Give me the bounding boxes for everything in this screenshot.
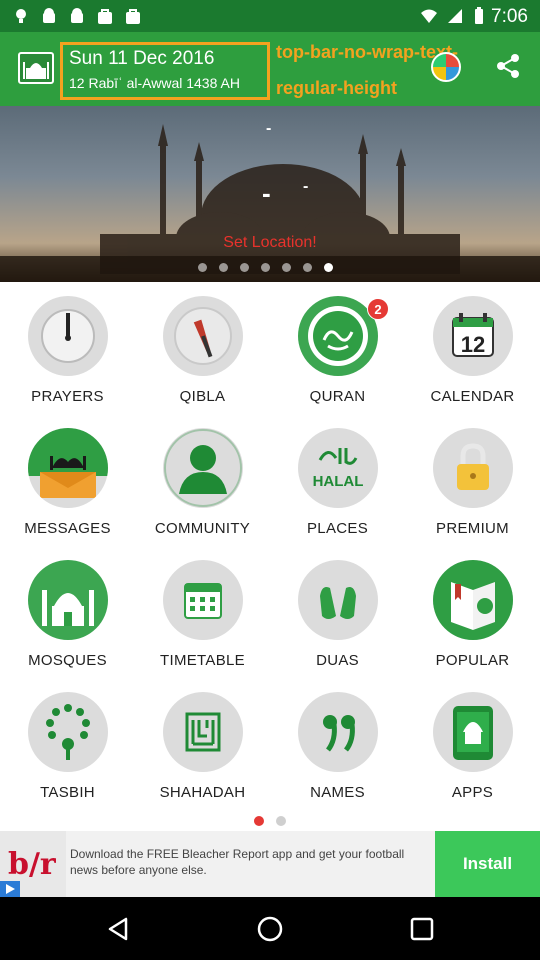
ad-text: Download the FREE Bleacher Report app an… — [70, 847, 405, 877]
grid-pager-dot[interactable] — [254, 816, 264, 826]
praying-hands-icon — [298, 560, 378, 640]
android-icon — [71, 8, 83, 23]
navigation-bar — [0, 897, 540, 960]
grid-item-label: TIMETABLE — [160, 652, 245, 669]
wifi-icon — [421, 9, 437, 23]
banner-pager-dot[interactable] — [303, 263, 312, 272]
grid-item-community[interactable]: COMMUNITY — [135, 428, 270, 558]
grid-item-label: NAMES — [310, 784, 365, 801]
banner-dash: - — [266, 120, 272, 137]
banner-pager-dot[interactable] — [240, 263, 249, 272]
calendar-icon: 12 — [433, 296, 513, 376]
banner-dash: - — [262, 178, 271, 208]
grid-item-label: QURAN — [309, 388, 366, 405]
people-icon — [163, 428, 243, 508]
apps-icon — [433, 692, 513, 772]
share-icon[interactable] — [494, 52, 522, 80]
ad-logo-text: b/r — [8, 847, 56, 882]
battery-icon — [475, 7, 483, 24]
rate-icon[interactable] — [431, 52, 461, 82]
back-icon[interactable] — [104, 915, 132, 943]
grid-item-label: SHAHADAH — [159, 784, 246, 801]
ad-logo[interactable]: b/r — [0, 831, 66, 897]
grid-item-timetable[interactable]: TIMETABLE — [135, 560, 270, 690]
grid-item-label: MOSQUES — [28, 652, 107, 669]
ad-play-icon — [0, 881, 20, 897]
grid-item-label: CALENDAR — [430, 388, 515, 405]
grid-item-popular[interactable]: POPULAR — [405, 560, 540, 690]
status-bar: 7:06 — [0, 0, 540, 32]
grid-item-shahadah[interactable]: SHAHADAH — [135, 692, 270, 822]
grid-item-prayers[interactable]: PRAYERS — [0, 296, 135, 426]
set-location-link[interactable]: Set Location! — [0, 234, 540, 252]
grid-item-places[interactable]: HALAL PLACES — [270, 428, 405, 558]
book-icon — [433, 560, 513, 640]
date-box[interactable]: Sun 11 Dec 2016 12 Rabīʿ al-Awwal 1438 A… — [60, 42, 270, 100]
grid-item-label: COMMUNITY — [154, 520, 251, 537]
home-icon[interactable] — [256, 915, 284, 943]
banner-dash: - — [303, 178, 309, 195]
grid-item-apps[interactable]: APPS — [405, 692, 540, 822]
grid-item-label: MESSAGES — [24, 520, 111, 537]
mosque-banner[interactable]: - - - Set Location! — [0, 106, 540, 282]
date-hijri: 12 Rabīʿ al-Awwal 1438 AH — [69, 75, 240, 91]
banner-pager-dot[interactable] — [324, 263, 333, 272]
beads-icon — [28, 692, 108, 772]
grid-item-duas[interactable]: DUAS — [270, 560, 405, 690]
grid-item-label: POPULAR — [435, 652, 510, 669]
signal-icon — [448, 9, 462, 23]
calligraphy-icon — [163, 692, 243, 772]
grid-item-qibla[interactable]: QIBLA — [135, 296, 270, 426]
grid-item-messages[interactable]: MESSAGES — [0, 428, 135, 558]
grid-item-label: TASBIH — [40, 784, 95, 801]
lock-icon — [433, 428, 513, 508]
grid-item-label: DUAS — [316, 652, 359, 669]
banner-pager-dot[interactable] — [198, 263, 207, 272]
grid-item-label: PREMIUM — [436, 520, 509, 537]
calendar-day: 12 — [461, 332, 485, 357]
clock-icon — [28, 296, 108, 376]
banner-pager-dot[interactable] — [282, 263, 291, 272]
app-logo-icon[interactable] — [18, 52, 54, 84]
bag-icon — [126, 9, 140, 24]
notification-badge: 2 — [367, 298, 389, 320]
ad-banner[interactable]: b/r Download the FREE Bleacher Report ap… — [0, 831, 540, 897]
halal-icon: HALAL — [298, 428, 378, 508]
bag-icon — [98, 9, 112, 24]
grid-item-label: PRAYERS — [31, 388, 104, 405]
grid-item-label: QIBLA — [179, 388, 226, 405]
mosque-icon — [28, 560, 108, 640]
grid-item-names[interactable]: NAMES — [270, 692, 405, 822]
grid-item-label: APPS — [451, 784, 494, 801]
install-button[interactable]: Install — [435, 831, 540, 897]
banner-pager-dot[interactable] — [261, 263, 270, 272]
mosque-envelope-icon — [28, 428, 108, 508]
grid-item-label: PLACES — [307, 520, 368, 537]
date-gregorian: Sun 11 Dec 2016 — [69, 48, 215, 69]
banner-pager[interactable] — [198, 263, 348, 273]
android-icon — [43, 8, 55, 23]
mosque-icon — [23, 62, 49, 79]
top-bar-title: top-bar-no-wrap-text-regular-height — [276, 42, 458, 98]
banner-pager-dot[interactable] — [219, 263, 228, 272]
status-time: 7:06 — [491, 6, 528, 27]
grid-item-quran[interactable]: 2 QURAN — [270, 296, 405, 426]
grid-item-premium[interactable]: PREMIUM — [405, 428, 540, 558]
grid-pager[interactable] — [254, 816, 290, 826]
grid-item-calendar[interactable]: 12 CALENDAR — [405, 296, 540, 426]
names-icon — [298, 692, 378, 772]
grid-item-mosques[interactable]: MOSQUES — [0, 560, 135, 690]
timetable-icon — [163, 560, 243, 640]
recents-icon[interactable] — [408, 915, 436, 943]
halal-text: HALAL — [313, 473, 364, 490]
bulb-icon — [16, 9, 26, 23]
grid-pager-dot[interactable] — [276, 816, 286, 826]
quran-icon — [298, 296, 378, 376]
compass-icon — [163, 296, 243, 376]
top-bar: Sun 11 Dec 2016 12 Rabīʿ al-Awwal 1438 A… — [0, 32, 540, 106]
grid-item-tasbih[interactable]: TASBIH — [0, 692, 135, 822]
